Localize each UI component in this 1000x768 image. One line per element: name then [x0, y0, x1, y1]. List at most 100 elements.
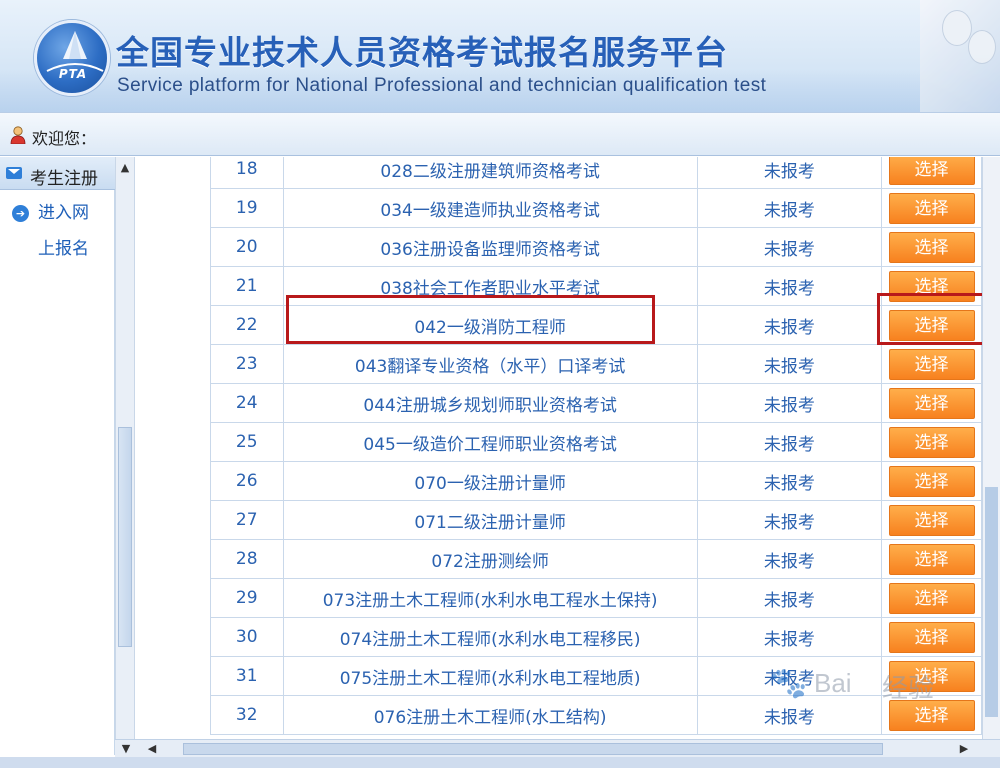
logo-text: PTA [58, 67, 88, 81]
sidebar-scrollbar[interactable]: ▲ [115, 157, 135, 755]
table-row: 23 043翻译专业资格（水平）口译考试 未报考 选择 [210, 344, 982, 384]
main-scrollbar[interactable] [982, 157, 1000, 739]
scroll-right-icon[interactable]: ▶ [955, 740, 973, 758]
scroll-up-icon[interactable]: ▲ [116, 159, 134, 177]
action-cell: 选择 [881, 578, 982, 618]
exam-list-panel: 18 028二级注册建筑师资格考试 未报考 选择 19 034一级建造师执业资格考试 未报考… [136, 157, 982, 739]
envelope-icon [6, 167, 22, 179]
row-number: 29 [210, 578, 284, 618]
table-row: 25 045一级造价工程师职业资格考试 未报考 选择 [210, 422, 982, 462]
highlight-box-exam-name [286, 295, 655, 344]
site-header: PTA 全国专业技术人员资格考试报名服务平台 Service platform … [0, 0, 1000, 112]
exam-status: 未报考 [696, 500, 883, 540]
action-cell: 选择 [881, 500, 982, 540]
exam-status: 未报考 [696, 157, 883, 189]
action-cell: 选择 [881, 344, 982, 384]
watermark-text-1: Bai [814, 668, 852, 698]
exam-name: 075注册土木工程师(水利水电工程地质) [282, 656, 698, 696]
select-button[interactable]: 选择 [888, 387, 975, 419]
action-cell: 选择 [881, 539, 982, 579]
table-row: 19 034一级建造师执业资格考试 未报考 选择 [210, 188, 982, 228]
table-row: 27 071二级注册计量师 未报考 选择 [210, 500, 982, 540]
header-decoration [920, 0, 1000, 112]
select-button[interactable]: 选择 [888, 543, 975, 575]
table-row: 30 074注册土木工程师(水利水电工程移民) 未报考 选择 [210, 617, 982, 657]
row-number: 25 [210, 422, 284, 462]
action-cell: 选择 [881, 383, 982, 423]
sidebar-section-label: 考生注册 [30, 169, 98, 189]
select-button[interactable]: 选择 [888, 582, 975, 614]
welcome-bar: 欢迎您： [0, 112, 1000, 156]
row-number: 27 [210, 500, 284, 540]
action-cell: 选择 [881, 157, 982, 189]
site-title: 全国专业技术人员资格考试报名服务平台 [116, 33, 728, 72]
action-cell: 选择 [881, 617, 982, 657]
row-number: 24 [210, 383, 284, 423]
select-button[interactable]: 选择 [888, 621, 975, 653]
action-cell: 选择 [881, 422, 982, 462]
select-button[interactable]: 选择 [888, 348, 975, 380]
exam-status: 未报考 [696, 227, 883, 267]
scroll-left-icon[interactable]: ◀ [143, 740, 161, 758]
logo-emblem-icon [46, 31, 104, 72]
scrollbar-thumb[interactable] [118, 427, 132, 647]
exam-name: 044注册城乡规划师职业资格考试 [282, 383, 698, 423]
highlight-box-select-button [877, 293, 982, 345]
exam-status: 未报考 [696, 617, 883, 657]
user-icon [10, 126, 26, 144]
row-number: 18 [210, 157, 284, 189]
select-button[interactable]: 选择 [888, 426, 975, 458]
table-row: 18 028二级注册建筑师资格考试 未报考 选择 [210, 157, 982, 189]
exam-status: 未报考 [696, 383, 883, 423]
scroll-down-icon[interactable]: ▼ [117, 740, 135, 758]
scrollbar-thumb[interactable] [985, 487, 998, 717]
paw-icon: 🐾 [770, 666, 808, 701]
exam-status: 未报考 [696, 422, 883, 462]
row-number: 19 [210, 188, 284, 228]
row-number: 30 [210, 617, 284, 657]
table-row: 20 036注册设备监理师资格考试 未报考 选择 [210, 227, 982, 267]
select-button[interactable]: 选择 [888, 157, 975, 185]
exam-name: 028二级注册建筑师资格考试 [282, 157, 698, 189]
exam-name: 070一级注册计量师 [282, 461, 698, 501]
row-number: 20 [210, 227, 284, 267]
exam-name: 072注册测绘师 [282, 539, 698, 579]
table-row: 28 072注册测绘师 未报考 选择 [210, 539, 982, 579]
select-button[interactable]: 选择 [888, 504, 975, 536]
row-number: 21 [210, 266, 284, 306]
sidebar-link-line1[interactable]: 进入网 [38, 195, 118, 231]
action-cell: 选择 [881, 227, 982, 267]
exam-name: 073注册土木工程师(水利水电工程水土保持) [282, 578, 698, 618]
exam-name: 071二级注册计量师 [282, 500, 698, 540]
decoration-person [942, 10, 972, 46]
row-number: 22 [210, 305, 284, 345]
horizontal-scrollbar[interactable]: ▼ ◀ ▶ [115, 739, 1000, 757]
sidebar-section-header[interactable]: 考生注册 [0, 157, 115, 190]
scrollbar-thumb[interactable] [183, 743, 883, 755]
exam-status: 未报考 [696, 461, 883, 501]
sidebar-link-line2[interactable]: 上报名 [38, 231, 118, 267]
table-row: 26 070一级注册计量师 未报考 选择 [210, 461, 982, 501]
exam-status: 未报考 [696, 539, 883, 579]
watermark: 🐾 Bai 经验 [770, 660, 970, 716]
exam-status: 未报考 [696, 578, 883, 618]
action-cell: 选择 [881, 188, 982, 228]
select-button[interactable]: 选择 [888, 192, 975, 224]
select-button[interactable]: 选择 [888, 231, 975, 263]
action-cell: 选择 [881, 461, 982, 501]
exam-status: 未报考 [696, 305, 883, 345]
exam-status: 未报考 [696, 188, 883, 228]
bottom-strip [0, 757, 1000, 768]
exam-name: 074注册土木工程师(水利水电工程移民) [282, 617, 698, 657]
welcome-label: 欢迎您： [32, 129, 97, 148]
exam-status: 未报考 [696, 344, 883, 384]
table-row: 29 073注册土木工程师(水利水电工程水土保持) 未报考 选择 [210, 578, 982, 618]
select-button[interactable]: 选择 [888, 465, 975, 497]
watermark-text-2: 经验 [882, 674, 935, 704]
pta-logo[interactable]: PTA [34, 20, 110, 96]
exam-name: 045一级造价工程师职业资格考试 [282, 422, 698, 462]
exam-name: 034一级建造师执业资格考试 [282, 188, 698, 228]
row-number: 26 [210, 461, 284, 501]
sidebar-item-label[interactable]: 进入网 上报名 [38, 195, 118, 267]
exam-name: 043翻译专业资格（水平）口译考试 [282, 344, 698, 384]
